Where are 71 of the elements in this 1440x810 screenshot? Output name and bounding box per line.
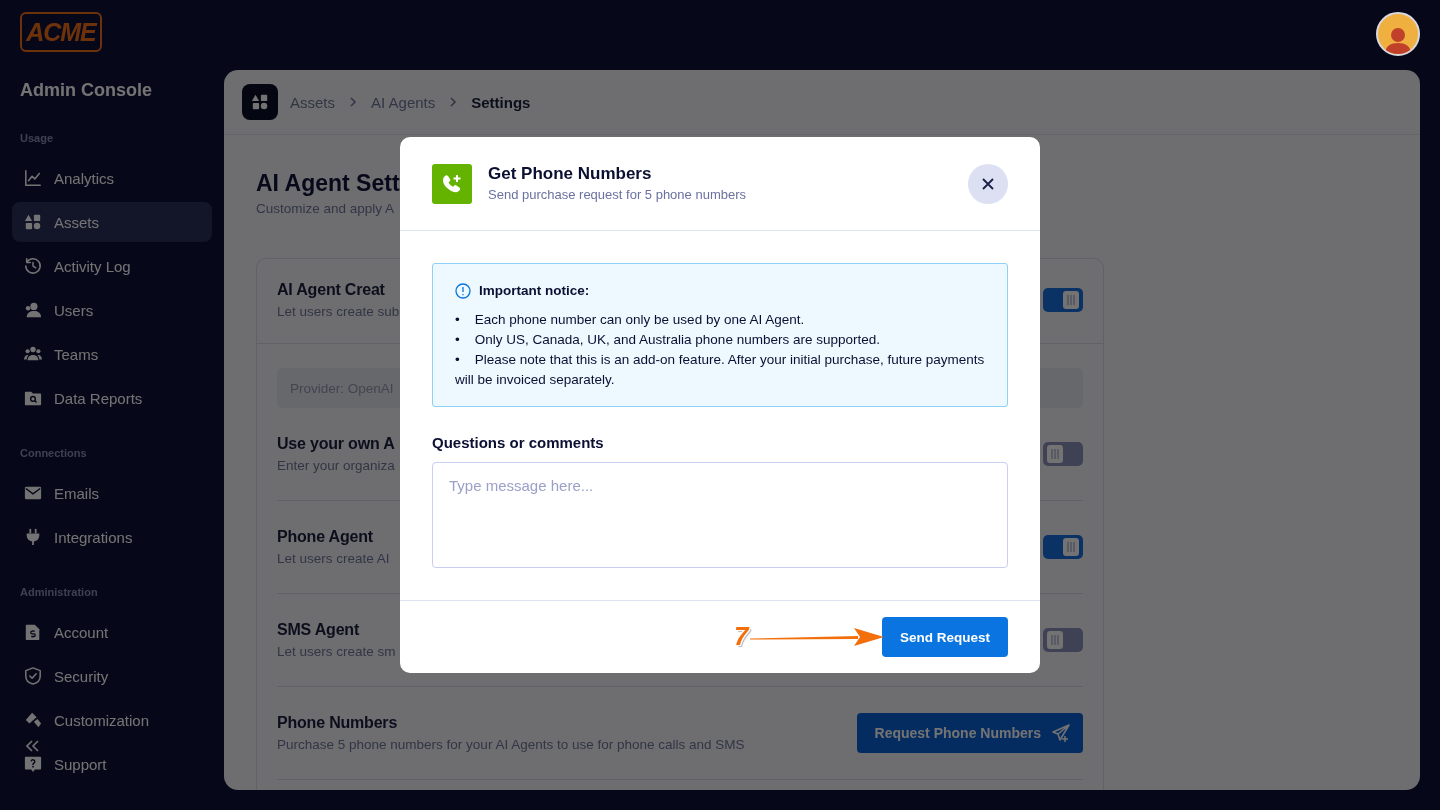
close-button[interactable] xyxy=(968,163,1008,204)
paper-plane-icon xyxy=(1051,723,1071,743)
nav-item[interactable]: Users xyxy=(12,290,212,330)
close-icon xyxy=(982,177,994,190)
help-bubble-icon xyxy=(24,755,42,773)
group-icon xyxy=(24,345,42,363)
breadcrumb-link[interactable]: Settings xyxy=(471,93,531,111)
avatar[interactable] xyxy=(1376,12,1420,56)
notice-heading: Important notice: xyxy=(479,282,590,300)
nav-item[interactable]: Support xyxy=(12,744,212,784)
collapse-icon[interactable] xyxy=(26,740,40,752)
nav-item[interactable]: Emails xyxy=(12,473,212,513)
console-title: Admin Console xyxy=(20,79,153,101)
step-number: 7 xyxy=(734,621,749,651)
setting-title: Phone Numbers xyxy=(277,713,399,733)
nav-item[interactable]: Account xyxy=(12,612,212,652)
toggle-switch[interactable] xyxy=(1043,288,1083,312)
nav-item[interactable]: Data Reports xyxy=(12,378,212,418)
setting-title: Phone Agent xyxy=(277,527,374,547)
shield-icon xyxy=(24,667,42,685)
notice-text: • Only US, Canada, UK, and Australia phone numbers are supported. xyxy=(455,331,881,349)
nav-item[interactable]: Teams xyxy=(12,334,212,374)
notice-text: • Please note that this is an add-on feature. After your initial purchase, future payments will be invoiced separately. xyxy=(455,351,985,389)
clock-icon xyxy=(24,257,42,275)
section-label: Usage xyxy=(20,131,55,145)
setting-description: Enter your organiza xyxy=(277,457,395,475)
section-label: Administration xyxy=(20,585,99,599)
toggle-switch[interactable] xyxy=(1043,628,1083,652)
setting-title: Use your own A xyxy=(277,434,395,454)
nav-item[interactable]: Integrations xyxy=(12,517,212,557)
setting-title: AI Agent Creat xyxy=(277,280,386,300)
field-label: Questions or comments xyxy=(432,434,605,452)
shapes-icon xyxy=(251,93,269,111)
request-button[interactable]: Request Phone Numbers xyxy=(856,713,1083,753)
grip-icon xyxy=(1051,449,1059,459)
notice-text: • Each phone number can only be used by one AI Agent. xyxy=(455,311,806,329)
breadcrumb-link[interactable]: AI Agents xyxy=(371,93,436,111)
grip-icon xyxy=(1067,295,1075,305)
chevron-right-icon xyxy=(349,96,357,108)
grip-icon xyxy=(1051,635,1059,645)
nav-item[interactable]: Analytics xyxy=(12,158,212,198)
section-label: Connections xyxy=(20,446,88,460)
setting-description: Let users create AI xyxy=(277,550,390,568)
toggle-switch[interactable] xyxy=(1043,535,1083,559)
user-icon xyxy=(24,301,42,319)
page-title: AI Agent Sett xyxy=(256,169,400,197)
grip-icon xyxy=(1067,542,1075,552)
chart-icon xyxy=(24,169,42,187)
plug-icon xyxy=(24,528,42,546)
nav-item[interactable]: Assets xyxy=(12,202,212,242)
info-icon xyxy=(455,283,471,299)
setting-description: Let users create sub xyxy=(277,303,400,321)
dialog-title: Get Phone Numbers xyxy=(488,163,653,185)
nav-item[interactable]: Activity Log xyxy=(12,246,212,286)
toggle-switch[interactable] xyxy=(1043,442,1083,466)
nav-item[interactable]: Security xyxy=(12,656,212,696)
comments-field[interactable]: Type message here... xyxy=(432,462,1008,568)
shapes-icon xyxy=(24,213,42,231)
dollar-document-icon xyxy=(24,623,42,641)
breadcrumb-link[interactable]: Assets xyxy=(290,93,335,111)
setting-description: Purchase 5 phone numbers for your AI Agents to use for phone calls and SMS xyxy=(277,736,745,754)
brush-icon xyxy=(24,711,42,729)
assets-icon[interactable] xyxy=(242,84,278,120)
envelope-icon xyxy=(24,484,42,502)
folder-search-icon xyxy=(24,389,42,407)
setting-title: SMS Agent xyxy=(277,620,361,640)
dialog-subtitle: Send purchase request for 5 phone numbers xyxy=(488,186,747,204)
nav-item[interactable]: Customization xyxy=(12,700,212,740)
page-subtitle: Customize and apply A xyxy=(256,200,395,218)
chevron-right-icon xyxy=(449,96,458,108)
send-request-button[interactable]: Send Request xyxy=(881,617,1008,657)
